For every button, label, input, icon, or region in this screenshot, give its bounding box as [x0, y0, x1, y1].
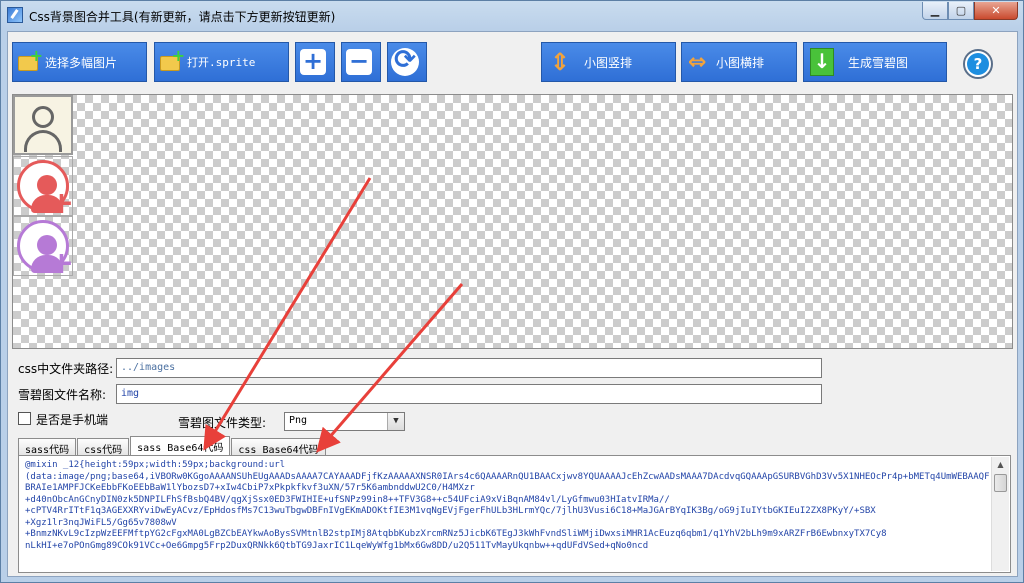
- tab-sass-base64[interactable]: sass Base64代码: [130, 436, 231, 456]
- tab-sass[interactable]: sass代码: [18, 438, 77, 456]
- window-controls: ▁ ▢ ✕: [922, 2, 1018, 20]
- arrows-vertical-icon: [548, 48, 572, 76]
- css-path-input[interactable]: ../images: [116, 358, 822, 378]
- plus-icon: +: [48, 186, 74, 221]
- download-icon: [810, 48, 834, 76]
- maximize-button[interactable]: ▢: [948, 2, 974, 20]
- sort-vertical-button[interactable]: 小图竖排: [541, 42, 676, 82]
- window-title: Css背景图合并工具(有新更新，请点击下方更新按钮更新): [29, 10, 336, 24]
- close-button[interactable]: ✕: [974, 2, 1018, 20]
- add-button[interactable]: [295, 42, 335, 82]
- file-type-value: Png: [289, 415, 308, 426]
- css-path-label: css中文件夹路径:: [18, 362, 114, 376]
- refresh-icon: [391, 45, 419, 76]
- folder-add-icon: [17, 46, 43, 74]
- app-icon: [7, 7, 23, 23]
- mobile-checkbox[interactable]: [18, 412, 31, 425]
- minus-icon: [346, 47, 372, 75]
- user-icon: [32, 106, 54, 128]
- generate-sprite-label: 生成雪碧图: [848, 55, 909, 70]
- tab-css-base64[interactable]: css Base64代码: [231, 438, 326, 456]
- refresh-button[interactable]: [387, 42, 427, 82]
- sprite-name-label: 雪碧图文件名称:: [18, 388, 107, 402]
- minimize-button[interactable]: ▁: [922, 2, 948, 20]
- open-sprite-label: 打开.sprite: [187, 56, 256, 69]
- remove-button[interactable]: [341, 42, 381, 82]
- sort-vertical-label: 小图竖排: [584, 55, 633, 70]
- app-window: Css背景图合并工具(有新更新，请点击下方更新按钮更新) ▁ ▢ ✕ 选择多幅图…: [0, 0, 1024, 583]
- select-images-button[interactable]: 选择多幅图片: [12, 42, 147, 82]
- generate-sprite-button[interactable]: 生成雪碧图: [803, 42, 947, 82]
- close-icon: ✕: [991, 4, 1001, 17]
- sprite-name-input[interactable]: img: [116, 384, 822, 404]
- help-button[interactable]: ?: [963, 49, 993, 79]
- title-bar[interactable]: Css背景图合并工具(有新更新，请点击下方更新按钮更新) ▁ ▢ ✕: [1, 1, 1023, 31]
- vertical-scrollbar[interactable]: ▲: [991, 457, 1009, 571]
- code-output-panel[interactable]: @mixin _12{height:59px;width:59px;backgr…: [18, 455, 1011, 573]
- sprite-item-user[interactable]: [13, 95, 73, 155]
- minimize-icon: ▁: [930, 4, 940, 17]
- code-tabs: sass代码 css代码 sass Base64代码 css Base64代码: [18, 435, 327, 456]
- sort-horizontal-label: 小图横排: [716, 55, 765, 70]
- main-panel: 选择多幅图片 打开.sprite 小图竖排 小图横排 生成雪碧图 ?: [7, 31, 1018, 577]
- scroll-up-icon[interactable]: ▲: [992, 457, 1009, 473]
- scroll-thumb[interactable]: [994, 474, 1007, 492]
- tab-css[interactable]: css代码: [77, 438, 130, 456]
- file-type-label: 雪碧图文件类型:: [178, 416, 267, 430]
- select-images-label: 选择多幅图片: [45, 55, 118, 70]
- file-type-select[interactable]: Png ▼: [284, 412, 405, 431]
- open-sprite-button[interactable]: 打开.sprite: [154, 42, 289, 82]
- mobile-label: 是否是手机端: [36, 413, 109, 427]
- sort-horizontal-button[interactable]: 小图横排: [681, 42, 797, 82]
- arrows-horizontal-icon: [688, 50, 712, 75]
- plus-icon: +: [48, 246, 74, 281]
- sprite-item-user-add-red[interactable]: +: [13, 156, 74, 221]
- maximize-icon: ▢: [955, 4, 967, 17]
- help-icon: ?: [967, 53, 989, 75]
- plus-icon: [300, 47, 326, 75]
- folder-open-icon: [159, 46, 185, 74]
- user-icon-body: [24, 130, 62, 152]
- code-output-text[interactable]: @mixin _12{height:59px;width:59px;backgr…: [25, 460, 990, 568]
- chevron-down-icon: ▼: [387, 413, 404, 430]
- sprite-item-user-add-purple[interactable]: +: [13, 216, 74, 281]
- sprite-canvas[interactable]: + +: [12, 94, 1013, 349]
